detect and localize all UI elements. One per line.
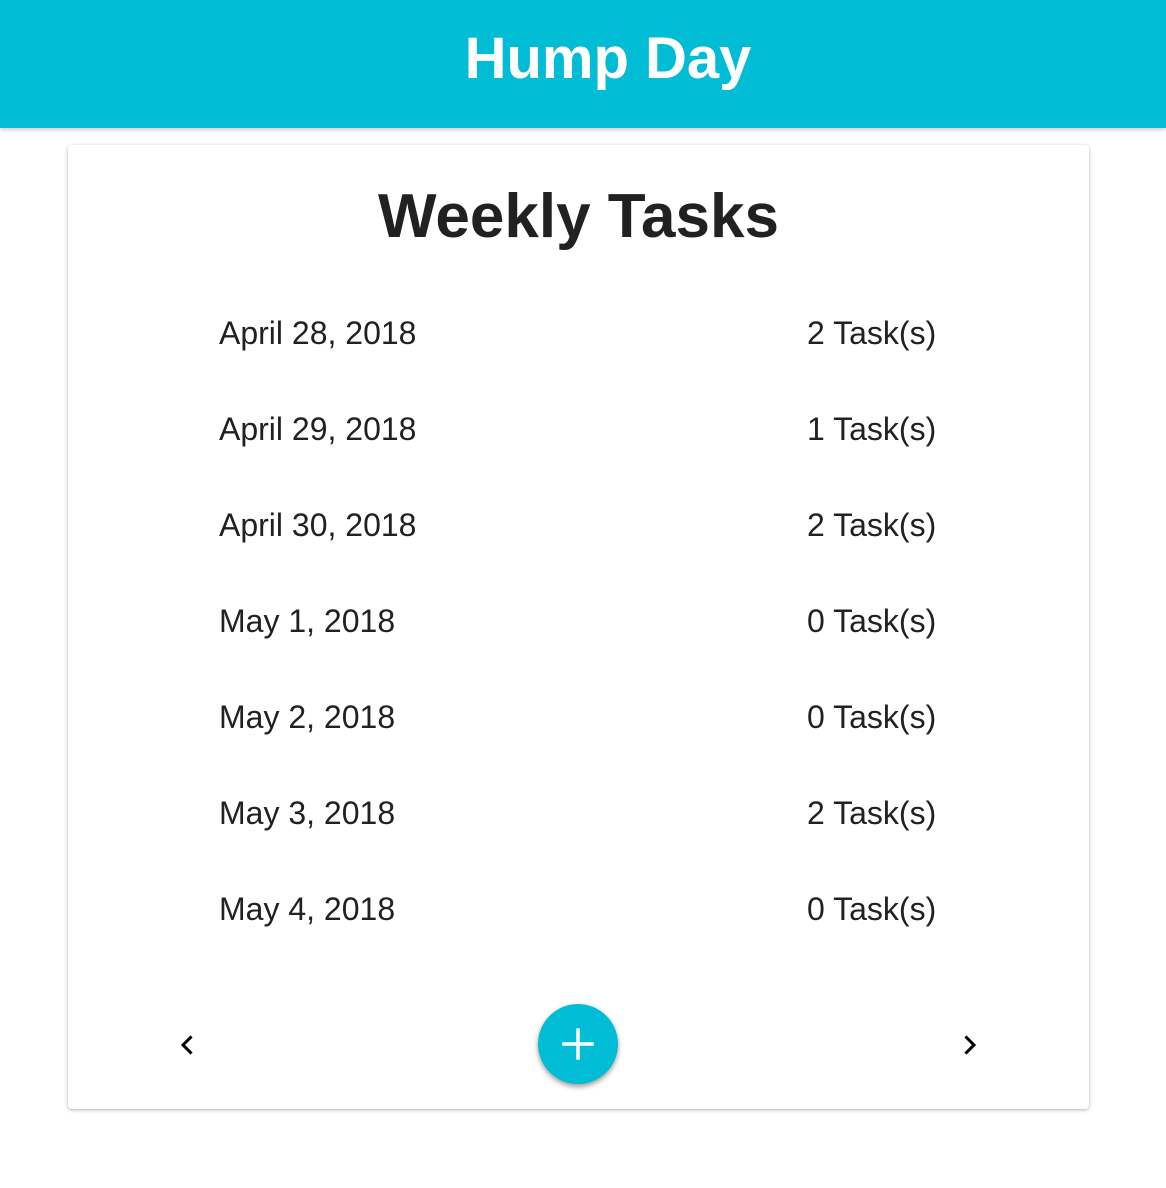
day-date: May 1, 2018 xyxy=(219,603,396,639)
day-date: April 29, 2018 xyxy=(219,411,417,447)
page-title: Weekly Tasks xyxy=(378,182,779,251)
day-date: April 28, 2018 xyxy=(219,315,417,351)
day-task-count: 0 Task(s) xyxy=(807,891,937,927)
day-row[interactable]: May 3, 2018 2 Task(s) xyxy=(68,765,1089,861)
day-list: April 28, 2018 2 Task(s) April 29, 2018 … xyxy=(68,285,1089,957)
plus-icon xyxy=(562,1028,594,1060)
day-row[interactable]: April 30, 2018 2 Task(s) xyxy=(68,477,1089,573)
day-task-count: 0 Task(s) xyxy=(807,699,937,735)
day-task-count: 1 Task(s) xyxy=(807,411,937,447)
day-date: May 3, 2018 xyxy=(219,795,396,831)
day-task-count: 0 Task(s) xyxy=(807,603,937,639)
previous-week-button[interactable] xyxy=(165,1023,209,1067)
next-week-button[interactable] xyxy=(948,1023,992,1067)
day-task-count: 2 Task(s) xyxy=(807,795,937,831)
day-task-count: 2 Task(s) xyxy=(807,315,937,351)
day-row[interactable]: April 28, 2018 2 Task(s) xyxy=(68,285,1089,381)
day-row[interactable]: May 1, 2018 0 Task(s) xyxy=(68,573,1089,669)
app-bar: Hump Day xyxy=(0,0,1166,128)
day-row[interactable]: May 4, 2018 0 Task(s) xyxy=(68,861,1089,957)
day-row[interactable]: April 29, 2018 1 Task(s) xyxy=(68,381,1089,477)
day-row[interactable]: May 2, 2018 0 Task(s) xyxy=(68,669,1089,765)
app-title: Hump Day xyxy=(464,25,752,91)
day-date: May 4, 2018 xyxy=(219,891,396,927)
chevron-left-icon xyxy=(180,1035,193,1055)
day-date: April 30, 2018 xyxy=(219,507,417,543)
chevron-right-icon xyxy=(964,1035,977,1055)
day-date: May 2, 2018 xyxy=(219,699,396,735)
add-task-button[interactable] xyxy=(538,1004,618,1084)
day-task-count: 2 Task(s) xyxy=(807,507,937,543)
weekly-tasks-card: Weekly Tasks April 28, 2018 2 Task(s) Ap… xyxy=(68,145,1089,1109)
